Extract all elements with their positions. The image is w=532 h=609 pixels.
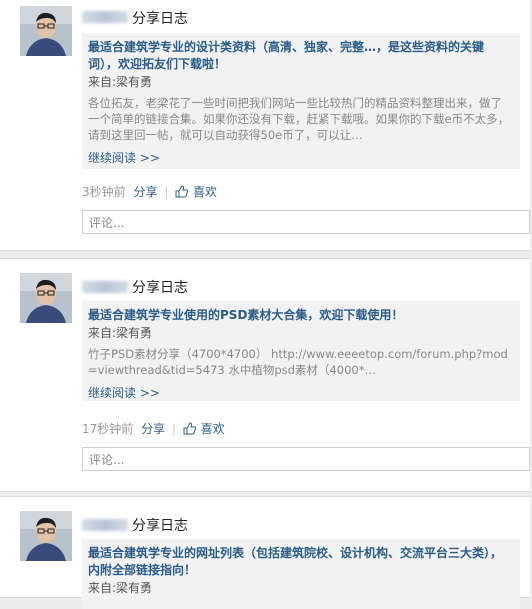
read-more-link[interactable]: 继续阅读 >> [88, 149, 512, 166]
avatar[interactable] [20, 511, 72, 561]
blog-source: 来自:梁有勇 [88, 580, 512, 597]
comment-input[interactable]: 评论... [82, 447, 530, 471]
blog-title-link[interactable]: 最适合建筑学专业的网址列表（包括建筑院校、设计机构、交流平台三大类），内附全部链… [88, 545, 512, 579]
feed-item: 分享日志 最适合建筑学专业的设计类资料（高清、独家、完整…，是这些资料的关键词）… [0, 0, 530, 251]
user-name-blurred[interactable] [82, 11, 128, 23]
like-link[interactable]: 喜欢 [193, 185, 217, 199]
author-link[interactable]: 梁有勇 [116, 326, 152, 340]
action-text: 分享日志 [132, 518, 188, 534]
action-text: 分享日志 [132, 280, 188, 296]
from-label: 来自: [88, 75, 117, 89]
from-label: 来自: [88, 581, 117, 595]
post-meta: 3秒钟前 分享 | 喜欢 [82, 183, 217, 201]
avatar[interactable] [20, 6, 72, 56]
share-link[interactable]: 分享 [133, 185, 157, 199]
blog-excerpt: 各位拓友，老梁花了一些时间把我们网站一些比较热门的精品资料整理出来，做了一个简单… [88, 96, 510, 142]
comment-input[interactable]: 评论... [82, 210, 530, 234]
post-time: 17秒钟前 [82, 422, 134, 436]
author-link[interactable]: 梁有勇 [116, 581, 152, 595]
share-link[interactable]: 分享 [141, 422, 165, 436]
divider: | [164, 185, 169, 199]
from-label: 来自: [88, 326, 117, 340]
user-name-blurred[interactable] [82, 281, 128, 293]
user-name-blurred[interactable] [82, 519, 128, 531]
post-meta: 17秒钟前 分享 | 喜欢 [82, 420, 225, 438]
divider: | [171, 422, 176, 436]
blog-source: 来自:梁有勇 [88, 74, 512, 91]
shared-blog-box: 最适合建筑学专业的网址列表（包括建筑院校、设计机构、交流平台三大类），内附全部链… [82, 539, 520, 609]
post-time: 3秒钟前 [82, 185, 126, 199]
blog-excerpt: 竹子PSD素材分享（4700*4700） http://www.eeeetop.… [88, 347, 508, 377]
blog-source: 来自:梁有勇 [88, 325, 512, 342]
avatar[interactable] [20, 273, 72, 323]
thumbs-up-icon[interactable] [175, 185, 189, 201]
action-text: 分享日志 [132, 11, 188, 27]
read-more-link[interactable]: 继续阅读 >> [88, 384, 512, 401]
shared-blog-box: 最适合建筑学专业的设计类资料（高清、独家、完整…，是这些资料的关键词），欢迎拓友… [82, 33, 520, 169]
blog-title-link[interactable]: 最适合建筑学专业使用的PSD素材大合集，欢迎下载使用！ [88, 307, 512, 324]
shared-blog-box: 最适合建筑学专业使用的PSD素材大合集，欢迎下载使用！ 来自:梁有勇 竹子PSD… [82, 301, 520, 401]
thumbs-up-icon[interactable] [183, 422, 196, 438]
feed-item: 分享日志 最适合建筑学专业使用的PSD素材大合集，欢迎下载使用！ 来自:梁有勇 … [0, 258, 530, 492]
author-link[interactable]: 梁有勇 [116, 75, 152, 89]
feed-item: 分享日志 最适合建筑学专业的网址列表（包括建筑院校、设计机构、交流平台三大类），… [0, 496, 530, 609]
blog-title-link[interactable]: 最适合建筑学专业的设计类资料（高清、独家、完整…，是这些资料的关键词），欢迎拓友… [88, 39, 512, 73]
like-link[interactable]: 喜欢 [201, 422, 225, 436]
